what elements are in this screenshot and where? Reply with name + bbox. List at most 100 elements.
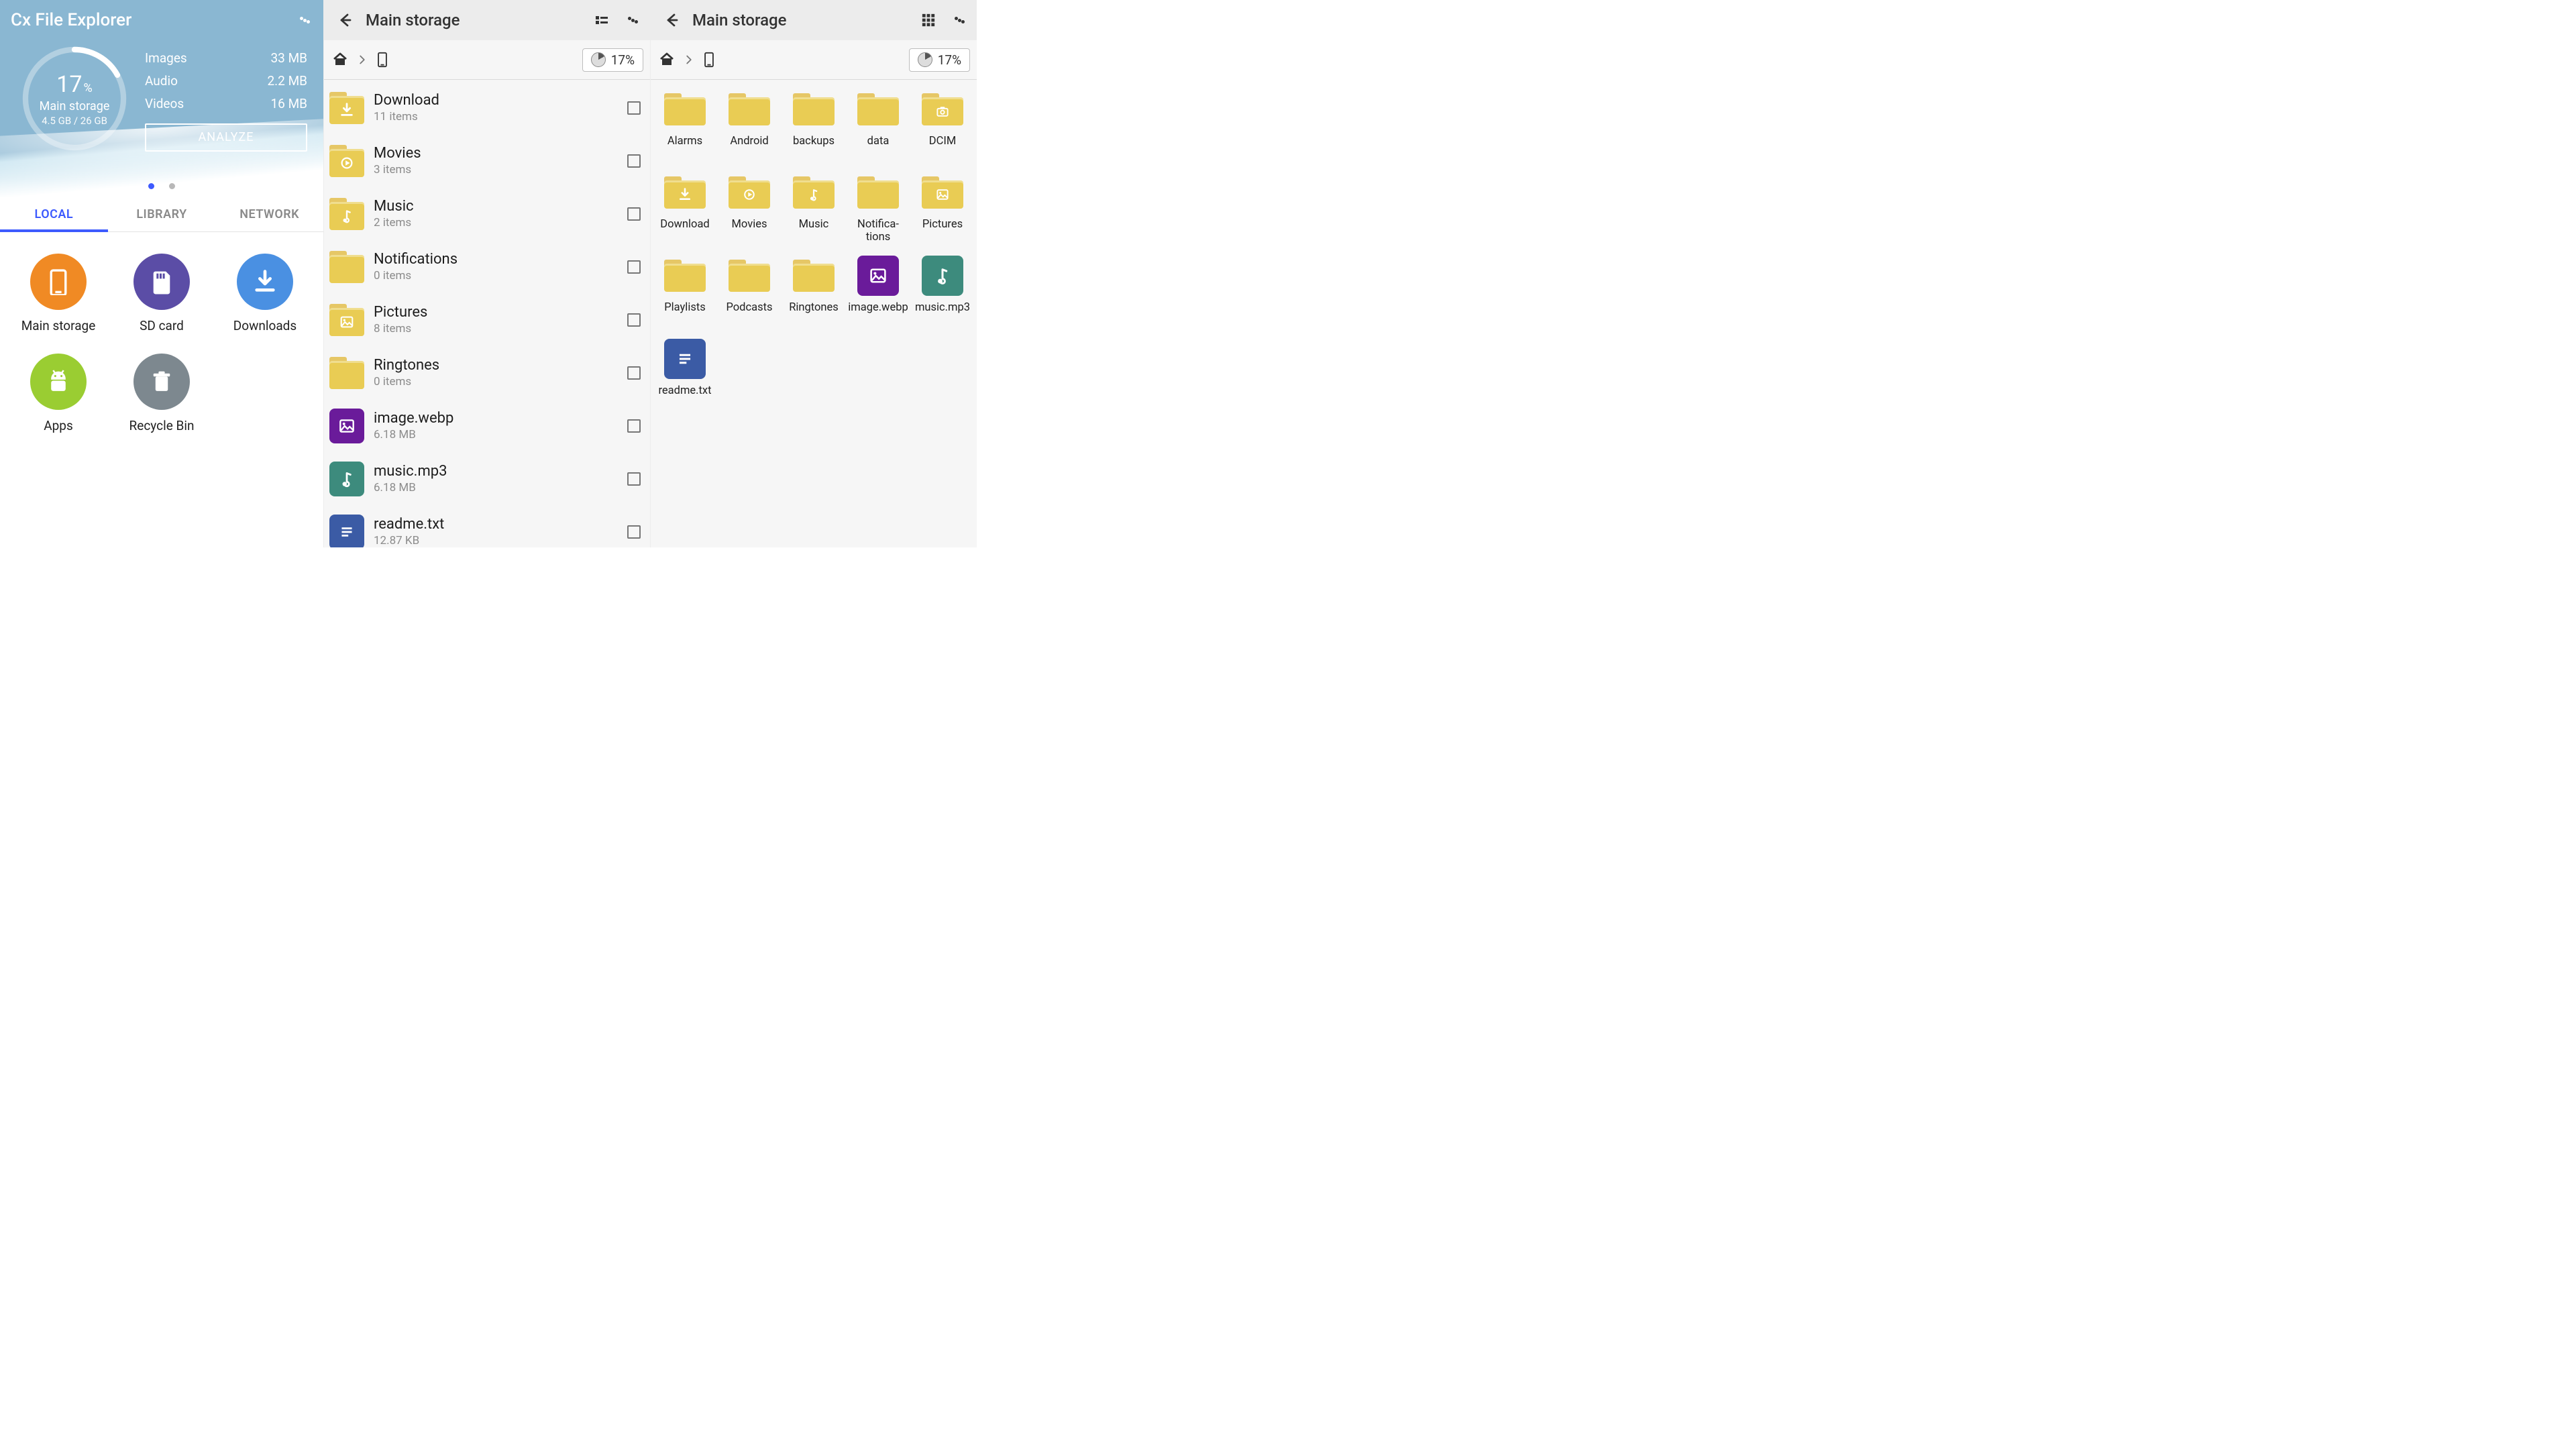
breadcrumb-device-icon[interactable] xyxy=(375,50,390,69)
view-toggle-grid-icon[interactable] xyxy=(914,5,943,35)
grid-item[interactable]: Ringtones xyxy=(782,256,845,327)
shortcut-label: Apps xyxy=(44,418,73,433)
checkbox[interactable] xyxy=(627,525,641,539)
folder-icon xyxy=(729,93,770,125)
list-item[interactable]: music.mp3 6.18 MB xyxy=(324,452,650,505)
item-label: data xyxy=(847,135,909,160)
item-sub: 6.18 MB xyxy=(374,481,618,494)
shortcut-recycle bin[interactable]: Recycle Bin xyxy=(110,354,213,433)
page-dots xyxy=(0,183,323,189)
item-label: Movies xyxy=(718,218,780,244)
folder-icon xyxy=(793,176,835,209)
folder-icon xyxy=(922,176,963,209)
grid-item[interactable]: Notifica­tions xyxy=(847,172,910,244)
grid-item[interactable]: Movies xyxy=(718,172,781,244)
grid-item[interactable]: Podcasts xyxy=(718,256,781,327)
list-item[interactable]: Pictures 8 items xyxy=(324,293,650,346)
item-name: readme.txt xyxy=(374,516,618,533)
chevron-right-icon xyxy=(356,51,368,68)
folder-icon xyxy=(793,93,835,125)
dot-1[interactable] xyxy=(148,183,154,189)
breadcrumb-home-icon[interactable] xyxy=(657,51,676,68)
grid-item[interactable]: Pictures xyxy=(911,172,974,244)
dot-2[interactable] xyxy=(169,183,175,189)
folder-icon xyxy=(729,260,770,292)
grid-item[interactable]: Music xyxy=(782,172,845,244)
folder-icon xyxy=(329,357,364,389)
tab-local[interactable]: LOCAL xyxy=(0,197,108,231)
checkbox[interactable] xyxy=(627,366,641,380)
storage-percent-pill[interactable]: 17% xyxy=(582,48,643,72)
pie-icon xyxy=(591,52,606,67)
checkbox[interactable] xyxy=(627,313,641,327)
item-label: Podcasts xyxy=(718,301,780,327)
grid-item[interactable]: Download xyxy=(653,172,716,244)
page-title: Main storage xyxy=(690,11,910,30)
shortcut-label: Recycle Bin xyxy=(129,418,195,433)
shortcut-grid: Main storage SD card Downloads Apps Recy… xyxy=(0,232,323,455)
overflow-menu-icon[interactable] xyxy=(946,7,973,34)
grid-item[interactable]: music.mp3 xyxy=(911,256,974,327)
storage-ring[interactable]: 17% Main storage 4.5 GB / 26 GB xyxy=(19,43,130,154)
grid-item[interactable]: Playlists xyxy=(653,256,716,327)
shortcut-label: Main storage xyxy=(21,318,96,333)
list-item[interactable]: Music 2 items xyxy=(324,187,650,240)
item-sub: 0 items xyxy=(374,269,618,282)
grid-item[interactable]: backups xyxy=(782,89,845,160)
list-item[interactable]: Movies 3 items xyxy=(324,134,650,187)
view-toggle-list-icon[interactable] xyxy=(587,5,616,35)
checkbox[interactable] xyxy=(627,472,641,486)
analyze-button[interactable]: ANALYZE xyxy=(145,123,307,152)
folder-icon xyxy=(664,260,706,292)
home-pane: Cx File Explorer 17% Main storage 4.5 GB… xyxy=(0,0,323,547)
item-label: readme.txt xyxy=(654,384,716,410)
checkbox[interactable] xyxy=(627,207,641,221)
overflow-menu-icon[interactable] xyxy=(619,7,646,34)
item-name: Movies xyxy=(374,145,618,162)
grid-item[interactable]: Android xyxy=(718,89,781,160)
folder-icon xyxy=(329,198,364,230)
shortcut-sd card[interactable]: SD card xyxy=(110,254,213,333)
shortcut-apps[interactable]: Apps xyxy=(7,354,110,433)
grid-item[interactable]: image.webp xyxy=(847,256,910,327)
shortcut-label: Downloads xyxy=(233,318,297,333)
storage-percent-pill[interactable]: 17% xyxy=(909,48,970,72)
shortcut-downloads[interactable]: Downloads xyxy=(213,254,317,333)
list-item[interactable]: Notifications 0 items xyxy=(324,240,650,293)
list-item[interactable]: Download 11 items xyxy=(324,81,650,134)
item-label: backups xyxy=(783,135,845,160)
folder-icon xyxy=(729,176,770,209)
overflow-menu-icon[interactable] xyxy=(291,7,318,34)
item-sub: 0 items xyxy=(374,375,618,388)
checkbox[interactable] xyxy=(627,260,641,274)
tab-network[interactable]: NETWORK xyxy=(215,197,323,231)
item-name: music.mp3 xyxy=(374,463,618,480)
grid-item[interactable]: data xyxy=(847,89,910,160)
list-pane: Main storage 17% Download 11 items Movie… xyxy=(323,0,650,547)
checkbox[interactable] xyxy=(627,101,641,115)
phone-icon xyxy=(30,254,87,310)
folder-icon xyxy=(793,260,835,292)
back-button[interactable] xyxy=(329,5,359,35)
grid-item[interactable]: readme.txt xyxy=(653,339,716,410)
checkbox[interactable] xyxy=(627,419,641,433)
shortcut-main storage[interactable]: Main storage xyxy=(7,254,110,333)
item-sub: 3 items xyxy=(374,163,618,176)
list-item[interactable]: image.webp 6.18 MB xyxy=(324,399,650,452)
back-button[interactable] xyxy=(656,5,686,35)
breadcrumb-device-icon[interactable] xyxy=(702,50,716,69)
item-name: Music xyxy=(374,198,618,215)
checkbox[interactable] xyxy=(627,154,641,168)
list-item[interactable]: readme.txt 12.87 KB xyxy=(324,505,650,547)
page-title: Main storage xyxy=(363,11,583,30)
chevron-right-icon xyxy=(683,51,695,68)
breadcrumb-home-icon[interactable] xyxy=(331,51,350,68)
list-item[interactable]: Ringtones 0 items xyxy=(324,346,650,399)
grid-item[interactable]: DCIM xyxy=(911,89,974,160)
media-stats: Images33 MB Audio2.2 MB Videos16 MB ANAL… xyxy=(145,43,307,154)
item-label: DCIM xyxy=(912,135,973,160)
tab-library[interactable]: LIBRARY xyxy=(108,197,216,231)
grid-item[interactable]: Alarms xyxy=(653,89,716,160)
file-list: Download 11 items Movies 3 items Music 2… xyxy=(324,80,650,547)
item-label: image.webp xyxy=(847,301,909,327)
